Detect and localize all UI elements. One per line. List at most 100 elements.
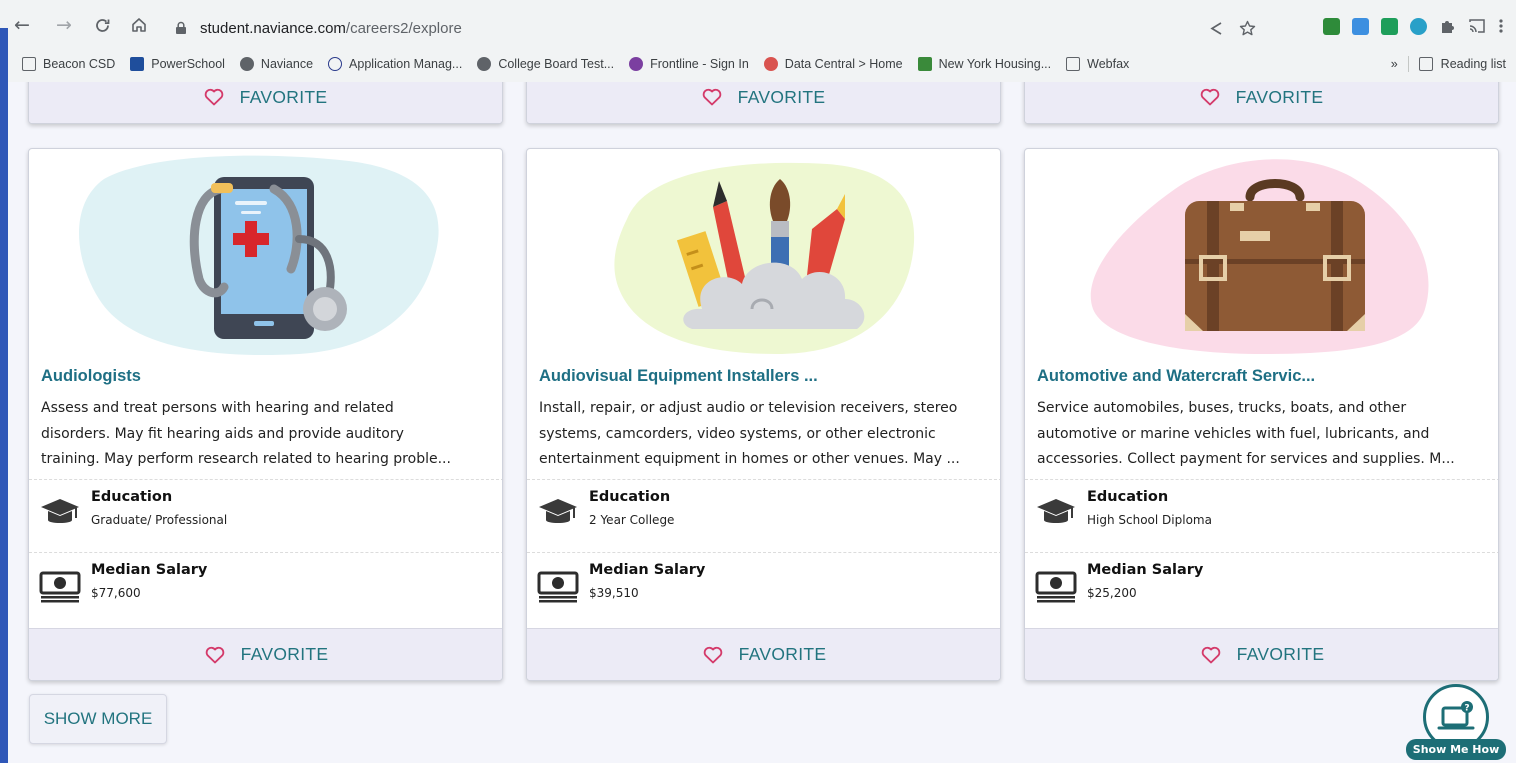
puzzle-icon[interactable] — [1439, 18, 1456, 35]
url-text: student.naviance.com/careers2/explore — [200, 20, 462, 37]
briefcase-illustration — [1090, 159, 1429, 354]
bookmark-label: Frontline - Sign In — [650, 57, 749, 71]
description-line: entertainment equipment in homes or othe… — [539, 451, 960, 467]
favorite-label: FAVORITE — [240, 644, 329, 664]
salary-value: $25,200 — [1087, 586, 1137, 600]
favorite-button[interactable]: FAVORITE — [1025, 628, 1498, 680]
education-section: Education 2 Year College — [527, 479, 1000, 551]
signal-extension-icon[interactable] — [1381, 17, 1398, 35]
bookmark-data-central[interactable]: Data Central > Home — [763, 57, 903, 71]
favorite-label: FAVORITE — [738, 644, 827, 664]
download-extension-icon[interactable] — [1352, 17, 1369, 35]
previous-card-1: FAVORITE — [28, 82, 503, 124]
salary-value: $77,600 — [91, 586, 141, 600]
education-label: Education — [589, 489, 671, 505]
career-description: Service automobiles, buses, trucks, boat… — [1037, 396, 1489, 473]
home-icon[interactable] — [127, 13, 151, 37]
salary-section: Median Salary $77,600 — [29, 552, 502, 624]
lock-icon — [176, 21, 186, 34]
reload-icon[interactable] — [90, 13, 114, 37]
salary-label: Median Salary — [589, 562, 706, 578]
show-more-button[interactable]: SHOW MORE — [29, 694, 167, 744]
reading-list-icon — [1418, 57, 1433, 71]
career-card-automotive-watercraft[interactable]: Automotive and Watercraft Servic... Serv… — [1024, 148, 1499, 681]
favorite-button[interactable]: FAVORITE — [527, 82, 1000, 123]
bookmark-star-icon[interactable] — [1239, 20, 1256, 37]
url-path: /careers2/explore — [345, 19, 462, 37]
description-line: accessories. Collect payment for service… — [1037, 451, 1455, 467]
career-description: Install, repair, or adjust audio or tele… — [539, 396, 991, 473]
description-line: systems, camcorders, video systems, or o… — [539, 425, 936, 442]
bookmark-label: Application Manag... — [349, 57, 463, 71]
salary-label: Median Salary — [1087, 562, 1204, 578]
salary-section: Median Salary $39,510 — [527, 552, 1000, 624]
bookmark-webfax[interactable]: Webfax — [1066, 57, 1129, 71]
bookmark-college-board[interactable]: College Board Test... — [477, 57, 614, 71]
bookmark-powerschool[interactable]: PowerSchool — [130, 57, 225, 71]
share-icon[interactable] — [1209, 21, 1224, 36]
more-bookmarks-button[interactable]: » — [1391, 57, 1398, 71]
bookmarks-right: » Reading list — [1391, 50, 1506, 78]
career-title[interactable]: Audiovisual Equipment Installers ... — [539, 367, 818, 386]
description-line: training. May perform research related t… — [41, 451, 451, 467]
career-title[interactable]: Automotive and Watercraft Servic... — [1037, 367, 1315, 386]
divider — [1407, 56, 1409, 72]
favorite-label: FAVORITE — [1235, 86, 1324, 107]
heart-icon — [204, 88, 223, 106]
svg-text:?: ? — [1464, 704, 1469, 714]
education-label: Education — [1087, 489, 1169, 505]
previous-card-2: FAVORITE — [526, 82, 1001, 124]
suny-icon — [328, 57, 343, 71]
extensions-row — [1323, 12, 1504, 40]
favorite-label: FAVORITE — [737, 86, 826, 107]
address-bar[interactable]: student.naviance.com/careers2/explore — [160, 12, 1270, 44]
graduation-cap-icon — [1037, 499, 1075, 523]
education-section: Education Graduate/ Professional — [29, 479, 502, 551]
data-central-icon — [763, 57, 778, 71]
favorite-button[interactable]: FAVORITE — [527, 628, 1000, 680]
folder-icon — [22, 57, 36, 71]
bookmark-frontline[interactable]: Frontline - Sign In — [629, 57, 749, 71]
bookmark-label: PowerSchool — [151, 57, 225, 71]
bookmark-label: Beacon CSD — [43, 57, 116, 71]
heart-icon — [1201, 646, 1220, 663]
back-icon[interactable]: ← — [10, 13, 34, 37]
heart-icon — [205, 646, 224, 663]
career-card-audiovisual-installers[interactable]: Audiovisual Equipment Installers ... Ins… — [526, 148, 1001, 681]
career-card-audiologists[interactable]: Audiologists Assess and treat persons wi… — [28, 148, 503, 681]
career-title[interactable]: Audiologists — [41, 367, 141, 386]
reading-list-button[interactable]: Reading list — [1441, 57, 1506, 71]
salary-section: Median Salary $25,200 — [1025, 552, 1498, 624]
show-me-how-label[interactable]: Show Me How — [1406, 739, 1506, 760]
education-value: 2 Year College — [589, 513, 675, 527]
forward-icon[interactable]: → — [52, 13, 76, 37]
housing-icon — [917, 57, 932, 71]
cast-icon[interactable] — [1468, 18, 1486, 34]
show-me-how-widget[interactable]: ? Show Me How — [1406, 684, 1506, 760]
favorite-label: FAVORITE — [239, 86, 328, 107]
menu-dots-icon[interactable] — [1498, 18, 1504, 34]
favorite-button[interactable]: FAVORITE — [29, 628, 502, 680]
favorite-label: FAVORITE — [1236, 644, 1325, 664]
bookmark-label: Naviance — [260, 57, 314, 71]
heart-icon — [702, 88, 721, 106]
stethoscope-phone-illustration — [79, 155, 439, 356]
heart-icon — [703, 646, 722, 663]
education-value: High School Diploma — [1087, 513, 1212, 527]
favorite-button[interactable]: FAVORITE — [29, 82, 502, 123]
bookmark-naviance[interactable]: Naviance — [239, 57, 314, 71]
classroom-extension-icon[interactable] — [1323, 17, 1340, 35]
bookmark-label: New York Housing... — [938, 57, 1052, 71]
salary-label: Median Salary — [91, 562, 208, 578]
previous-card-3: FAVORITE — [1024, 82, 1499, 124]
heart-icon — [1200, 88, 1219, 106]
favorite-button[interactable]: FAVORITE — [1025, 82, 1498, 123]
description-line: Install, repair, or adjust audio or tele… — [539, 400, 958, 416]
bookmark-beacon-csd[interactable]: Beacon CSD — [22, 57, 115, 71]
description-line: disorders. May fit hearing aids and prov… — [41, 425, 404, 442]
bookmark-ny-housing[interactable]: New York Housing... — [917, 57, 1052, 71]
globe-extension-icon[interactable] — [1410, 17, 1427, 35]
laptop-help-icon: ? — [1437, 701, 1475, 730]
education-label: Education — [91, 489, 173, 505]
bookmark-application-manager[interactable]: Application Manag... — [328, 57, 462, 71]
